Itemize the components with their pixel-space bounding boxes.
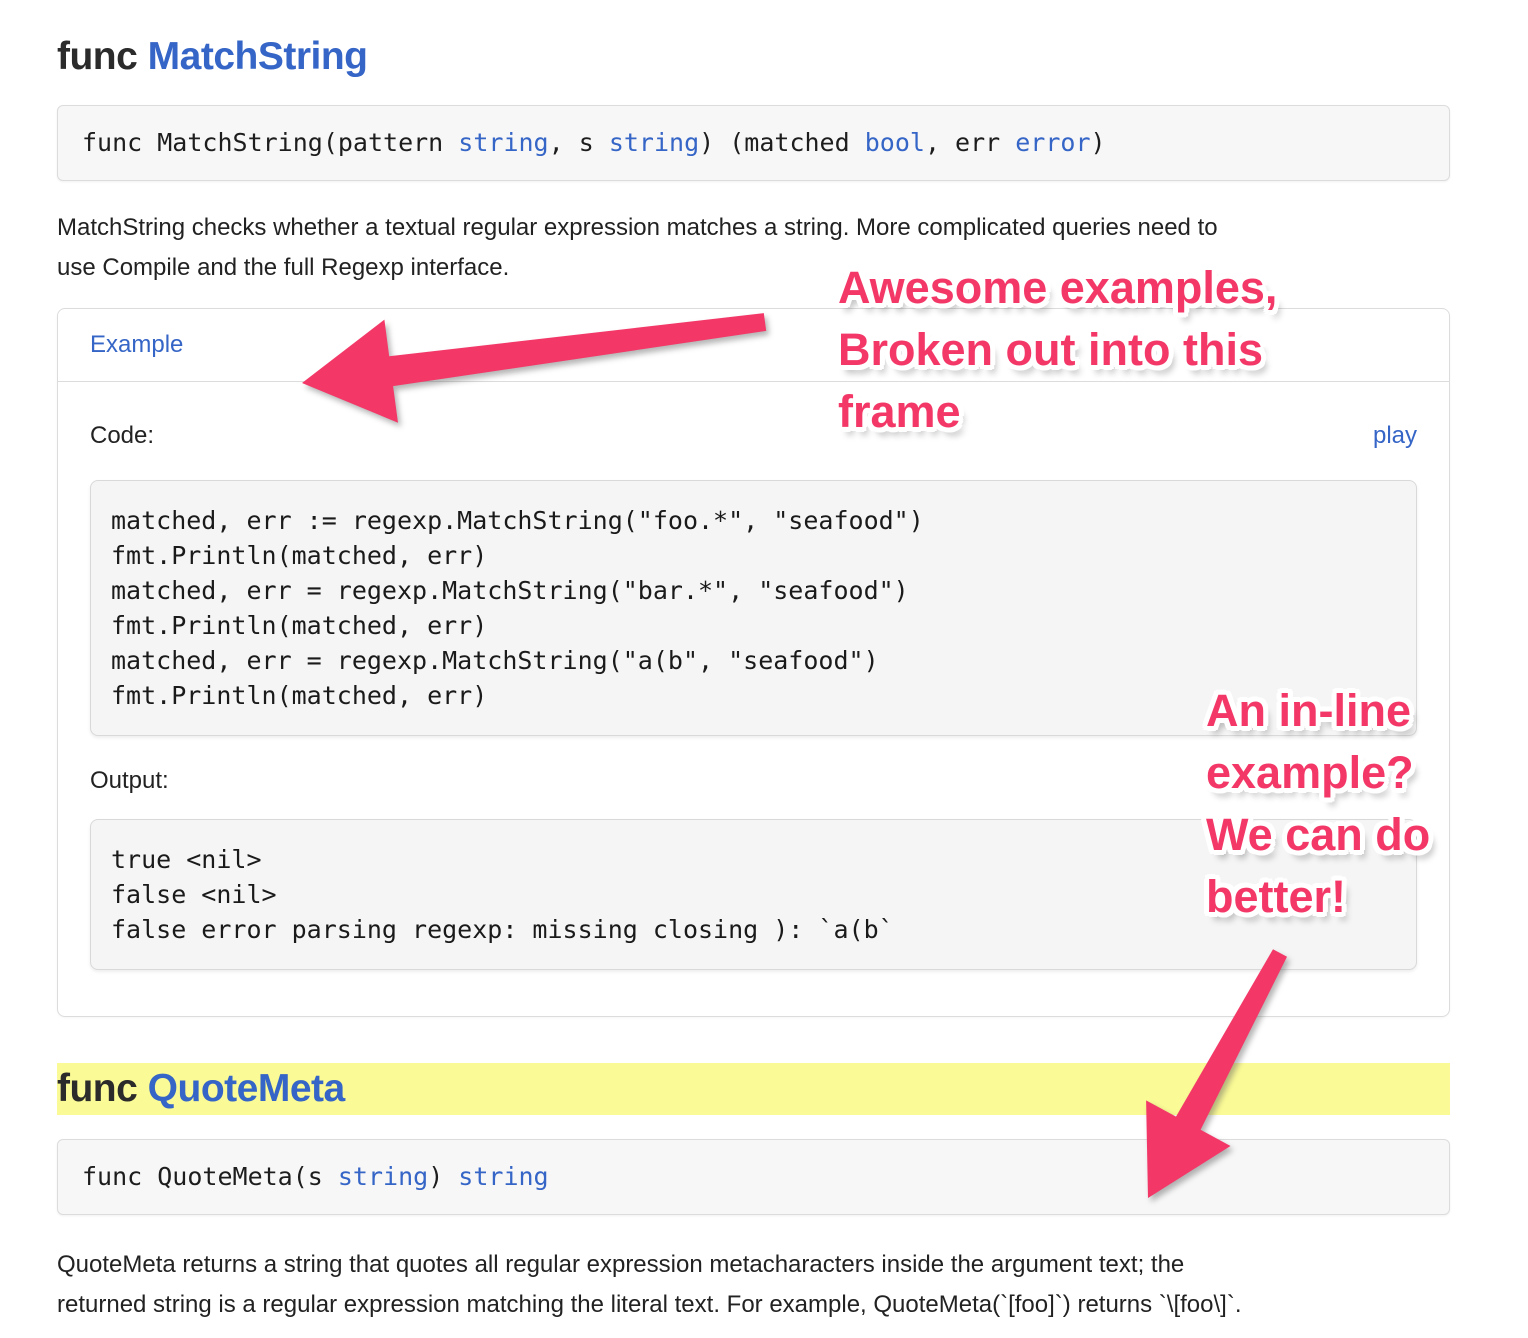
- description-line: MatchString checks whether a textual reg…: [57, 208, 1450, 248]
- type-link-bool[interactable]: bool: [865, 128, 925, 157]
- type-link-string[interactable]: string: [609, 128, 699, 157]
- signature-text: ) (matched: [699, 128, 865, 157]
- type-link-string[interactable]: string: [338, 1162, 428, 1191]
- quotemeta-description: QuoteMeta returns a string that quotes a…: [57, 1245, 1450, 1325]
- annotation-line: Awesome examples,: [838, 257, 1277, 319]
- doc-content: func MatchString func MatchString(patter…: [57, 0, 1450, 1325]
- quotemeta-heading-link[interactable]: QuoteMeta: [148, 1067, 345, 1110]
- annotation-line: frame: [838, 381, 1277, 443]
- output-line: true <nil>: [111, 842, 1396, 877]
- signature-text: , err: [925, 128, 1015, 157]
- annotation-examples-note: Awesome examples, Broken out into this f…: [838, 257, 1277, 443]
- play-link[interactable]: play: [1373, 422, 1417, 450]
- code-label: Code:: [90, 422, 154, 450]
- annotation-line: Broken out into this: [838, 319, 1277, 381]
- signature-text: func MatchString(pattern: [82, 128, 458, 157]
- matchstring-heading-link[interactable]: MatchString: [148, 35, 368, 78]
- signature-text: ): [1091, 128, 1106, 157]
- func-keyword: func: [57, 1067, 137, 1110]
- matchstring-signature: func MatchString(pattern string, s strin…: [57, 105, 1450, 181]
- annotation-line: We can do: [1206, 804, 1430, 866]
- code-line: fmt.Println(matched, err): [111, 608, 1396, 643]
- code-line: matched, err := regexp.MatchString("foo.…: [111, 503, 1396, 538]
- func-keyword: func: [57, 35, 137, 78]
- annotation-inline-note: An in-line example? We can do better!: [1206, 680, 1430, 928]
- example-toggle-link[interactable]: Example: [90, 331, 183, 358]
- godoc-page: func MatchString func MatchString(patter…: [0, 0, 1528, 1338]
- annotation-line: better!: [1206, 866, 1430, 928]
- description-line: returned string is a regular expression …: [57, 1285, 1450, 1325]
- quotemeta-signature: func QuoteMeta(s string) string: [57, 1139, 1450, 1215]
- type-link-string[interactable]: string: [458, 128, 548, 157]
- code-line: fmt.Println(matched, err): [111, 678, 1396, 713]
- description-line: QuoteMeta returns a string that quotes a…: [57, 1245, 1450, 1285]
- output-line: false error parsing regexp: missing clos…: [111, 912, 1396, 947]
- matchstring-heading: func MatchString: [57, 33, 1450, 81]
- code-line: matched, err = regexp.MatchString("bar.*…: [111, 573, 1396, 608]
- signature-text: func QuoteMeta(s: [82, 1162, 338, 1191]
- annotation-line: example?: [1206, 742, 1430, 804]
- signature-text: , s: [549, 128, 609, 157]
- output-line: false <nil>: [111, 877, 1396, 912]
- code-line: matched, err = regexp.MatchString("a(b",…: [111, 643, 1396, 678]
- type-link-error[interactable]: error: [1015, 128, 1090, 157]
- quotemeta-heading: func QuoteMeta: [57, 1063, 1450, 1115]
- signature-text: ): [428, 1162, 458, 1191]
- annotation-line: An in-line: [1206, 680, 1430, 742]
- type-link-string[interactable]: string: [458, 1162, 548, 1191]
- code-line: fmt.Println(matched, err): [111, 538, 1396, 573]
